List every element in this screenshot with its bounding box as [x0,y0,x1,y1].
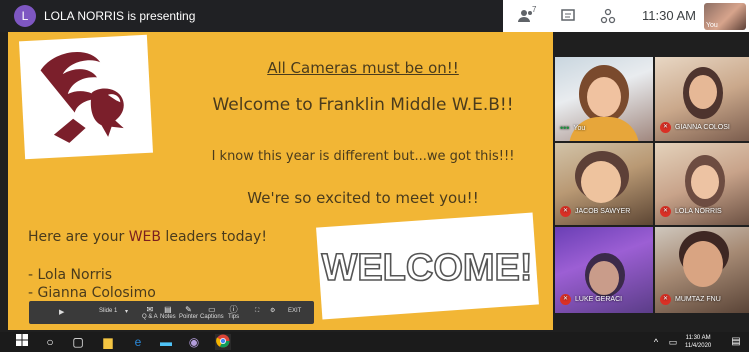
taskbar-date: 11/4/2020 [685,343,712,349]
participant-face [691,165,719,199]
chrome-icon[interactable] [215,334,231,350]
participant-name: LUKE GERACI [575,296,623,303]
leaders-title-suffix: leaders today! [160,229,267,245]
participant-face [581,161,621,203]
participant-name: LOLA NORRIS [675,208,722,215]
participant-name: GIANNA COLOSI [675,124,730,131]
participant-name: MUMTAZ FNU [675,296,721,303]
participant-count: 7 [532,5,537,14]
chevron-up-icon[interactable]: ^ [648,334,664,350]
network-icon[interactable]: ▭ [665,334,681,350]
mic-off-icon: ✕ [560,294,571,305]
windows-start-icon[interactable] [14,334,30,350]
photos-icon[interactable]: ▬ [158,334,174,350]
participant-face [689,75,717,109]
participant-tile[interactable]: ✕ JACOB SAWYER [555,143,653,225]
slide-line-welcome: Welcome to Franklin Middle W.E.B!! [212,95,514,115]
participant-tile[interactable]: ••• You [555,57,653,141]
participant-tile[interactable]: ✕ LOLA NORRIS [655,143,749,225]
pointer-icon: ✎ [185,305,192,314]
self-view-label: You [706,22,718,29]
self-view-thumbnail[interactable]: You [704,3,746,30]
meeting-top-bar: L LOLA NORRIS is presenting 7 11:30 AM Y… [0,0,749,32]
leader-item: - Gianna Colosimo [28,285,156,301]
qa-label: Q & A [142,314,158,320]
mic-off-icon: ✕ [660,206,671,217]
mic-off-icon: ✕ [560,206,571,217]
captions-icon: ▭ [208,305,216,314]
tips-tool[interactable]: ⓘ Tips [228,305,239,320]
slide-line-different-year: I know this year is different but...we g… [211,149,515,164]
leaders-title-prefix: Here are your [28,229,129,245]
mic-off-icon: ✕ [660,122,671,133]
eagle-icon [40,51,124,143]
leaders-title: Here are your WEB leaders today! [28,229,267,245]
eagle-logo [18,34,154,160]
presented-slide: All Cameras must be on!! Welcome to Fran… [8,32,553,330]
notes-label: Notes [160,314,176,320]
captions-label: Captions [200,314,224,320]
play-icon[interactable]: ▶ [59,308,64,316]
presenter-indicator: L LOLA NORRIS is presenting [14,5,195,27]
participant-tile[interactable]: ✕ MUMTAZ FNU [655,227,749,313]
taskbar-clock[interactable]: 11:30 AM 11/4/2020 [685,334,711,350]
pointer-tool[interactable]: ✎ Pointer [179,305,198,320]
participant-face [683,241,723,287]
participant-tile[interactable]: ✕ GIANNA COLOSI [655,57,749,141]
info-icon: ⓘ [229,305,238,314]
captions-tool[interactable]: ▭ Captions [200,305,224,320]
slide-line-cameras: All Cameras must be on!! [267,59,459,77]
mic-off-icon: ✕ [660,294,671,305]
notes-tool[interactable]: ▤ Notes [160,305,176,320]
search-icon[interactable]: ○ [42,334,58,350]
store-icon[interactable]: ▆ [100,334,116,350]
activities-icon[interactable] [599,7,617,25]
chat-icon[interactable] [559,7,577,25]
welcome-sign-text: WELCOME! [321,247,532,289]
participant-name: You [573,124,586,132]
presenter-avatar: L [14,5,36,27]
participant-tile[interactable]: ✕ LUKE GERACI [555,227,653,313]
participant-face [587,77,621,117]
chevron-down-icon[interactable]: ▾ [125,308,128,315]
notes-icon: ▤ [164,305,172,314]
slide-controls-toolbar: ▶ Slide 1 ▾ ✉ Q & A ▤ Notes ✎ Pointer ▭ Capt… [29,301,314,324]
presenter-text: LOLA NORRIS is presenting [44,9,196,23]
app-icon[interactable]: ◉ [186,334,202,350]
participant-name: JACOB SAWYER [575,208,631,215]
notifications-icon[interactable]: ▤ [728,334,744,350]
taskbar-time: 11:30 AM [685,335,711,341]
leaders-title-highlight: WEB [128,229,161,245]
gear-icon[interactable]: ⚙ [270,307,275,314]
slide-line-excited: We're so excited to meet you!! [247,189,479,207]
windows-taskbar: ○ ▢ ▆ e ▬ ◉ ^ ▭ 11:30 AM 11/4/2020 ▤ [0,332,749,352]
pointer-label: Pointer [179,314,199,320]
edge-icon[interactable]: e [130,334,146,350]
task-view-icon[interactable]: ▢ [70,334,86,350]
meeting-clock: 11:30 AM [642,8,696,23]
qa-tool[interactable]: ✉ Q & A [142,305,158,320]
leader-item: - Lola Norris [28,267,113,283]
qa-icon: ✉ [146,305,154,314]
slide-selector[interactable]: Slide 1 [99,308,117,314]
fullscreen-icon[interactable]: ⛶ [255,308,259,315]
tips-label: Tips [228,314,240,320]
speaking-indicator-icon: ••• [560,123,570,133]
welcome-sign: WELCOME! [316,212,539,320]
exit-button[interactable]: EXIT [288,308,301,314]
participant-face [589,261,619,295]
